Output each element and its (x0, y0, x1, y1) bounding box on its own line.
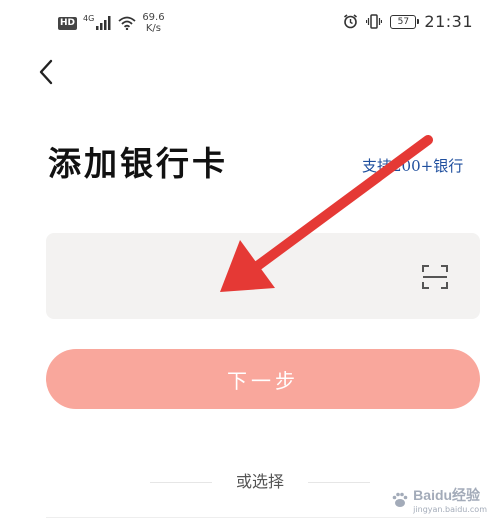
wifi-icon (118, 16, 136, 30)
page-title: 添加银行卡 (48, 144, 228, 183)
card-number-field[interactable] (46, 233, 480, 319)
network-speed: 69.6 K/s (142, 12, 164, 34)
alarm-icon (344, 14, 358, 29)
watermark-text-block: Baidu经验 jingyan.baidu.com (413, 485, 487, 514)
divider-line-right (308, 482, 370, 483)
chevron-left-icon (39, 59, 53, 85)
status-bar: HD 4G 69.6 K/s 57 21:31 (0, 0, 495, 46)
hd-badge: HD (58, 16, 78, 30)
bottom-divider (46, 517, 480, 518)
signal-icon (96, 16, 111, 30)
battery-level: 57 (397, 16, 410, 27)
speed-unit: K/s (145, 23, 162, 34)
baidu-watermark: Baidu经验 jingyan.baidu.com (391, 485, 487, 514)
paw-logo-icon (392, 492, 408, 507)
back-button[interactable] (32, 56, 60, 88)
card-number-input[interactable] (64, 259, 408, 295)
scan-card-button[interactable] (420, 263, 450, 291)
watermark-text: Baidu经验 (413, 487, 481, 503)
next-step-button[interactable]: 下一步 (46, 349, 480, 409)
network-type: 4G (83, 13, 95, 23)
clock: 21:31 (424, 12, 473, 31)
watermark-sub: jingyan.baidu.com (413, 505, 487, 514)
speed-value: 69.6 (142, 12, 165, 23)
battery-icon: 57 (390, 14, 420, 29)
or-choose-divider: 或选择 (150, 470, 370, 494)
scan-frame-icon (422, 265, 448, 289)
vibrate-icon (366, 14, 383, 29)
supported-banks-link[interactable]: 支持200+银行 (362, 155, 463, 176)
status-right: 57 21:31 (343, 12, 473, 31)
status-left: HD 4G 69.6 K/s (58, 12, 165, 34)
